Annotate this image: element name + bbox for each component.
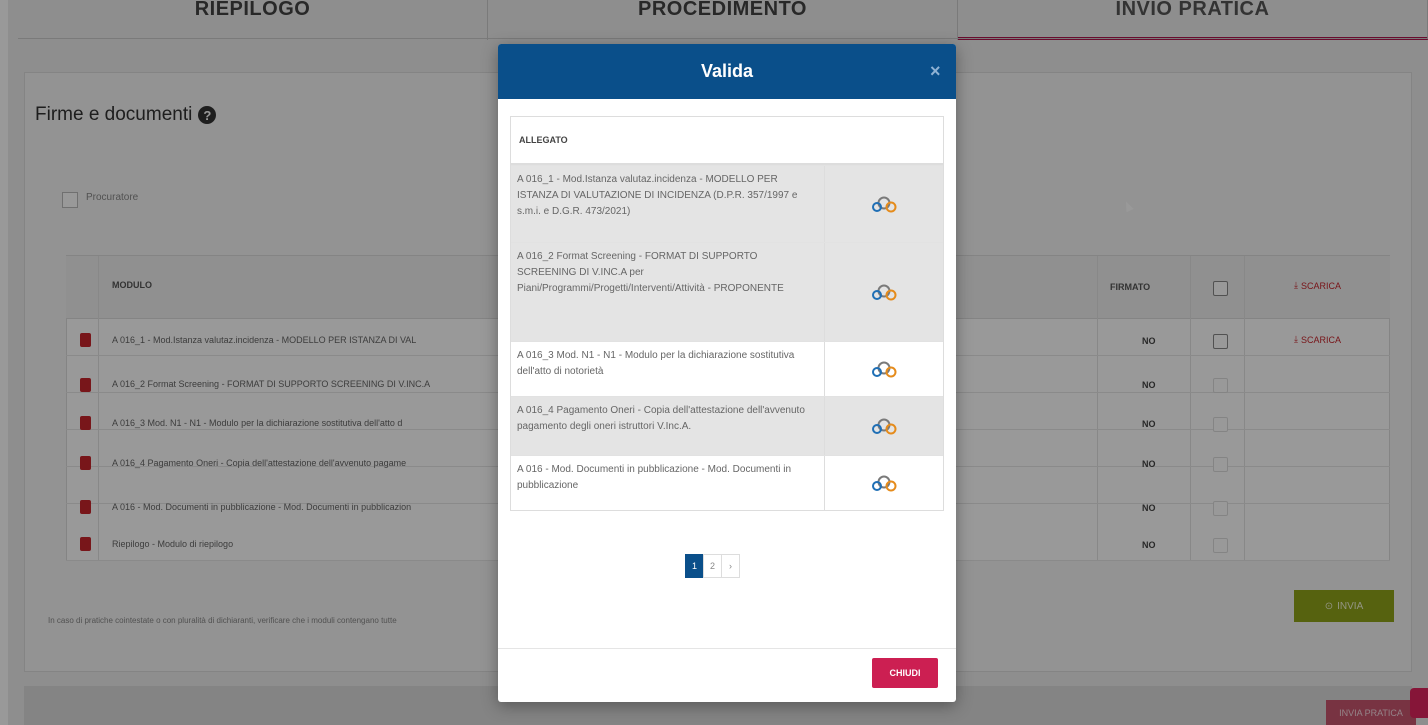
allegato-description: A 016_1 - Mod.Istanza valutaz.incidenza … bbox=[511, 166, 825, 242]
link-icon bbox=[872, 284, 897, 301]
close-icon[interactable]: × bbox=[930, 62, 941, 80]
allegati-table: ALLEGATO A 016_1 - Mod.Istanza valutaz.i… bbox=[510, 116, 944, 511]
allegato-description: A 016_3 Mod. N1 - N1 - Modulo per la dic… bbox=[511, 342, 825, 396]
page-2-button[interactable]: 2 bbox=[703, 554, 722, 578]
table-row: A 016_2 Format Screening - FORMAT DI SUP… bbox=[511, 242, 943, 341]
allegato-description: A 016_4 Pagamento Oneri - Copia dell'att… bbox=[511, 397, 825, 455]
table-row: A 016 - Mod. Documenti in pubblicazione … bbox=[511, 455, 943, 510]
modal-footer-divider bbox=[498, 648, 956, 649]
link-icon bbox=[872, 475, 897, 492]
validate-link-button[interactable] bbox=[825, 397, 943, 455]
chiudi-button[interactable]: CHIUDI bbox=[872, 658, 938, 688]
valida-modal: Valida × ALLEGATO A 016_1 - Mod.Istanza … bbox=[498, 44, 956, 702]
next-page-button[interactable]: › bbox=[721, 554, 740, 578]
allegato-description: A 016_2 Format Screening - FORMAT DI SUP… bbox=[511, 243, 825, 341]
link-icon bbox=[872, 361, 897, 378]
allegato-column-header: ALLEGATO bbox=[511, 117, 943, 165]
table-row: A 016_4 Pagamento Oneri - Copia dell'att… bbox=[511, 396, 943, 455]
allegato-description: A 016 - Mod. Documenti in pubblicazione … bbox=[511, 456, 825, 510]
validate-link-button[interactable] bbox=[825, 456, 943, 510]
validate-link-button[interactable] bbox=[825, 342, 943, 396]
modal-title: Valida bbox=[700, 61, 754, 81]
pagination: 1 2 › bbox=[685, 554, 740, 578]
link-icon bbox=[872, 196, 897, 213]
link-icon bbox=[872, 418, 897, 435]
validate-link-button[interactable] bbox=[825, 166, 943, 242]
table-row: A 016_1 - Mod.Istanza valutaz.incidenza … bbox=[511, 165, 943, 242]
validate-link-button[interactable] bbox=[825, 243, 943, 341]
page-1-button[interactable]: 1 bbox=[685, 554, 704, 578]
table-row: A 016_3 Mod. N1 - N1 - Modulo per la dic… bbox=[511, 341, 943, 396]
